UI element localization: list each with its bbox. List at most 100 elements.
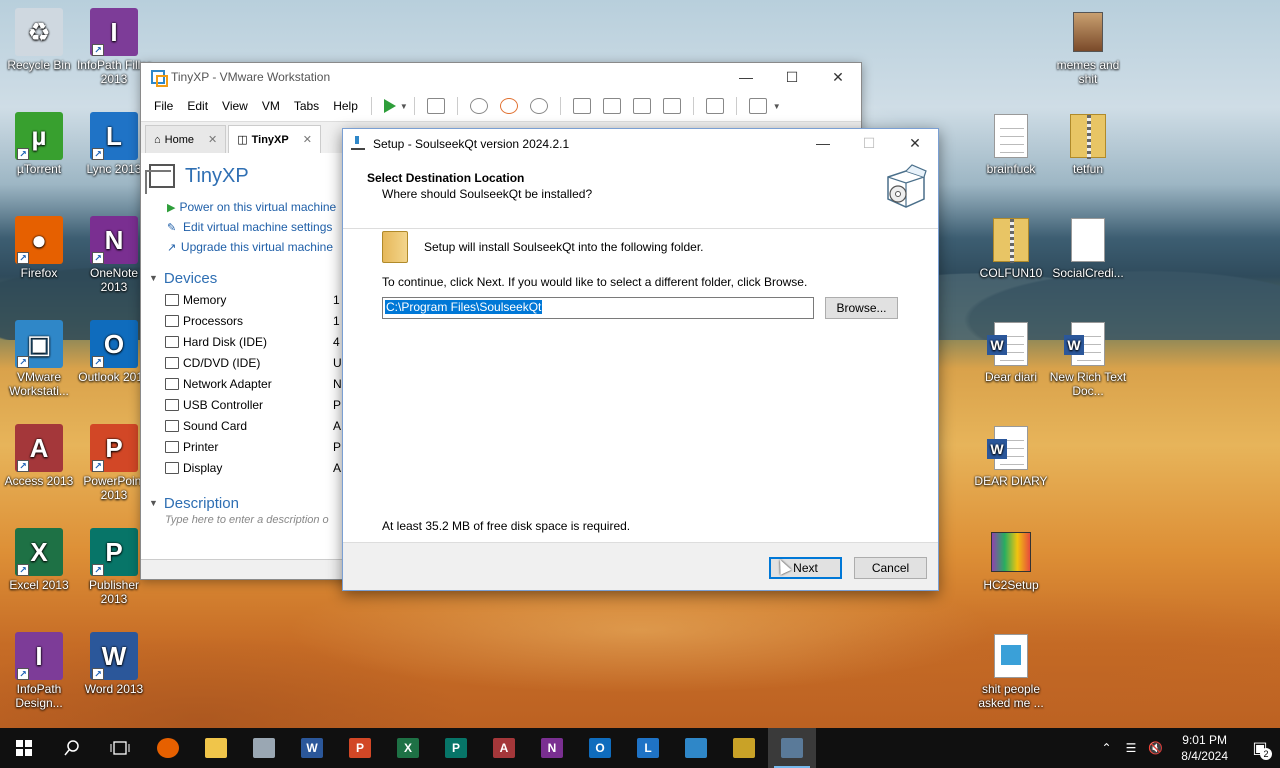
utorrent-icon: µ ↗ <box>15 112 63 160</box>
taskbar-onenote[interactable]: N <box>528 728 576 768</box>
console-view-icon[interactable] <box>705 98 724 114</box>
tab-home-label: Home <box>164 133 194 146</box>
desktop-icon[interactable]: ● ↗ Firefox <box>0 216 78 280</box>
menu-tabs[interactable]: Tabs <box>287 99 326 113</box>
power-on-link[interactable]: ▶ Power on this virtual machine <box>149 197 336 217</box>
desktop-icon[interactable]: HC2Setup <box>972 528 1050 592</box>
taskbar-powerpoint[interactable]: P <box>336 728 384 768</box>
desktop-icon[interactable]: tetfun <box>1049 112 1127 176</box>
library-view-icon[interactable] <box>572 98 591 114</box>
cancel-button[interactable]: Cancel <box>854 557 927 579</box>
taskbar-control-panel[interactable] <box>240 728 288 768</box>
word-doc-icon: W <box>1064 320 1112 368</box>
taskbar-utility[interactable] <box>720 728 768 768</box>
network-icon[interactable]: ☰ <box>1120 741 1143 755</box>
upgrade-vm-link[interactable]: ↗ Upgrade this virtual machine <box>149 237 333 257</box>
device-row[interactable]: Network Adapter N <box>149 373 342 394</box>
taskbar-file-explorer[interactable] <box>192 728 240 768</box>
desktop-icon[interactable]: X ↗ Excel 2013 <box>0 528 78 592</box>
desktop-icon-label: tetfun <box>1072 162 1104 176</box>
desktop-icon[interactable]: W New Rich Text Doc... <box>1049 320 1127 398</box>
install-path-field[interactable]: C:\Program Files\SoulseekQt <box>382 297 814 319</box>
device-row[interactable]: CD/DVD (IDE) U <box>149 352 342 373</box>
close-tab-tinyxp-icon[interactable]: ✕ <box>303 133 312 146</box>
tab-home[interactable]: ⌂ Home ✕ <box>145 125 227 153</box>
setup-minimize-button[interactable]: — <box>800 129 846 157</box>
device-row[interactable]: Display A <box>149 457 341 478</box>
power-dropdown-icon[interactable]: ▼ <box>400 102 408 111</box>
search-button[interactable] <box>48 728 96 768</box>
desktop-icon[interactable]: I ↗ InfoPath Design... <box>0 632 78 710</box>
close-tab-home-icon[interactable]: ✕ <box>208 133 217 146</box>
desktop-icon[interactable]: µ ↗ µTorrent <box>0 112 78 176</box>
desktop-icon[interactable]: W Dear diari <box>972 320 1050 384</box>
vm-summary-pane: TinyXP ▶ Power on this virtual machine ✎… <box>141 153 342 579</box>
browse-button[interactable]: Browse... <box>825 297 898 319</box>
setup-close-button[interactable]: ✕ <box>892 129 938 157</box>
setup-dialog[interactable]: Setup - SoulseekQt version 2024.2.1 — ☐ … <box>342 128 939 591</box>
shortcut-arrow-icon: ↗ <box>17 252 29 264</box>
thumbnail-view-icon[interactable] <box>602 98 621 114</box>
desktop-icon[interactable]: brainfuck <box>972 112 1050 176</box>
unity-icon[interactable] <box>662 98 681 114</box>
task-view-button[interactable] <box>96 728 144 768</box>
start-button[interactable] <box>0 728 48 768</box>
device-row[interactable]: Sound Card A <box>149 415 341 436</box>
taskbar-lync[interactable]: L <box>624 728 672 768</box>
device-icon <box>165 440 179 453</box>
taskbar-outlook[interactable]: O <box>576 728 624 768</box>
desktop-icon[interactable]: W ↗ Word 2013 <box>75 632 153 696</box>
show-hidden-icons[interactable]: ⌃ <box>1094 741 1120 755</box>
menu-view[interactable]: View <box>215 99 255 113</box>
send-ctrl-alt-del-icon[interactable] <box>426 98 445 114</box>
clock[interactable]: 9:01 PM 8/4/2024 <box>1169 732 1240 764</box>
menu-file[interactable]: File <box>147 99 180 113</box>
maximize-button[interactable]: ☐ <box>769 63 815 91</box>
devices-section-header[interactable]: ▼ Devices <box>149 267 333 289</box>
desktop-icon[interactable]: SocialCredi... <box>1049 216 1127 280</box>
taskbar-excel[interactable]: X <box>384 728 432 768</box>
device-row[interactable]: Hard Disk (IDE) 4 <box>149 331 340 352</box>
snapshot-icon[interactable] <box>469 98 488 114</box>
device-row[interactable]: Processors 1 <box>149 310 340 331</box>
menu-help[interactable]: Help <box>326 99 365 113</box>
taskbar-publisher[interactable]: P <box>432 728 480 768</box>
desktop-icon[interactable]: memes and shit <box>1049 8 1127 86</box>
setup-titlebar[interactable]: Setup - SoulseekQt version 2024.2.1 — ☐ … <box>343 129 938 159</box>
device-row[interactable]: Memory 1 <box>149 289 340 310</box>
tab-tinyxp[interactable]: ◫ TinyXP ✕ <box>228 125 321 153</box>
menu-vm[interactable]: VM <box>255 99 287 113</box>
desktop-icon[interactable]: shit people asked me ... <box>972 632 1050 710</box>
taskbar-word[interactable]: W <box>288 728 336 768</box>
notification-center-button[interactable]: ▣ 2 <box>1240 728 1280 768</box>
snapshot-manager-icon[interactable] <box>529 98 548 114</box>
taskbar-setup[interactable] <box>768 728 816 768</box>
stretch-dropdown-icon[interactable]: ▼ <box>773 102 781 111</box>
taskbar-firefox[interactable] <box>144 728 192 768</box>
power-on-icon[interactable] <box>383 99 396 113</box>
fullscreen-icon[interactable] <box>632 98 651 114</box>
taskbar-access[interactable]: A <box>480 728 528 768</box>
description-input[interactable]: Type here to enter a description o <box>149 514 333 526</box>
close-button[interactable]: ✕ <box>815 63 861 91</box>
desktop-icon[interactable]: COLFUN10 <box>972 216 1050 280</box>
minimize-button[interactable]: — <box>723 63 769 91</box>
desktop-icon-label: DEAR DIARY <box>974 474 1048 488</box>
desktop-icon[interactable]: W DEAR DIARY <box>972 424 1050 488</box>
edit-settings-icon: ✎ <box>167 221 177 234</box>
desktop-icon[interactable]: ▣ ↗ VMware Workstati... <box>0 320 78 398</box>
revert-snapshot-icon[interactable] <box>499 98 518 114</box>
device-row[interactable]: USB Controller P <box>149 394 341 415</box>
menu-edit[interactable]: Edit <box>180 99 215 113</box>
description-section-header[interactable]: ▼ Description <box>149 492 333 514</box>
toolbar-separator <box>692 97 694 115</box>
taskbar-vmware[interactable] <box>672 728 720 768</box>
desktop-icon[interactable]: ♻ Recycle Bin <box>0 8 78 72</box>
device-row[interactable]: Printer P <box>149 436 341 457</box>
desktop-icon[interactable]: A ↗ Access 2013 <box>0 424 78 488</box>
edit-settings-link[interactable]: ✎ Edit virtual machine settings <box>149 217 333 237</box>
vmware-window-title: TinyXP - VMware Workstation <box>171 70 331 84</box>
vmware-titlebar[interactable]: TinyXP - VMware Workstation — ☐ ✕ <box>141 63 861 91</box>
stretch-guest-icon[interactable] <box>748 98 767 114</box>
volume-muted-icon[interactable]: 🔇 <box>1142 741 1169 755</box>
